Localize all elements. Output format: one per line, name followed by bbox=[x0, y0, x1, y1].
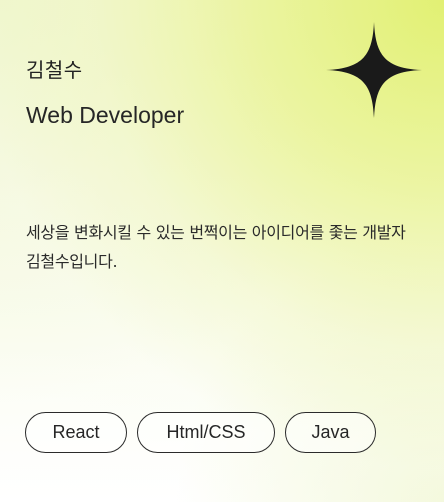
profile-card: 김철수 Web Developer 세상을 변화시킬 수 있는 번쩍이는 아이디… bbox=[0, 0, 444, 502]
skill-tag-java[interactable]: Java bbox=[285, 412, 376, 453]
sparkle-icon bbox=[326, 22, 422, 118]
skill-tags: React Html/CSS Java bbox=[25, 412, 376, 453]
profile-name: 김철수 bbox=[26, 58, 83, 82]
profile-description: 세상을 변화시킬 수 있는 번쩍이는 아이디어를 좇는 개발자 김철수입니다. bbox=[26, 223, 406, 271]
profile-role: Web Developer bbox=[26, 102, 185, 128]
skill-tag-react[interactable]: React bbox=[25, 412, 127, 453]
skill-tag-html-css[interactable]: Html/CSS bbox=[137, 412, 275, 453]
